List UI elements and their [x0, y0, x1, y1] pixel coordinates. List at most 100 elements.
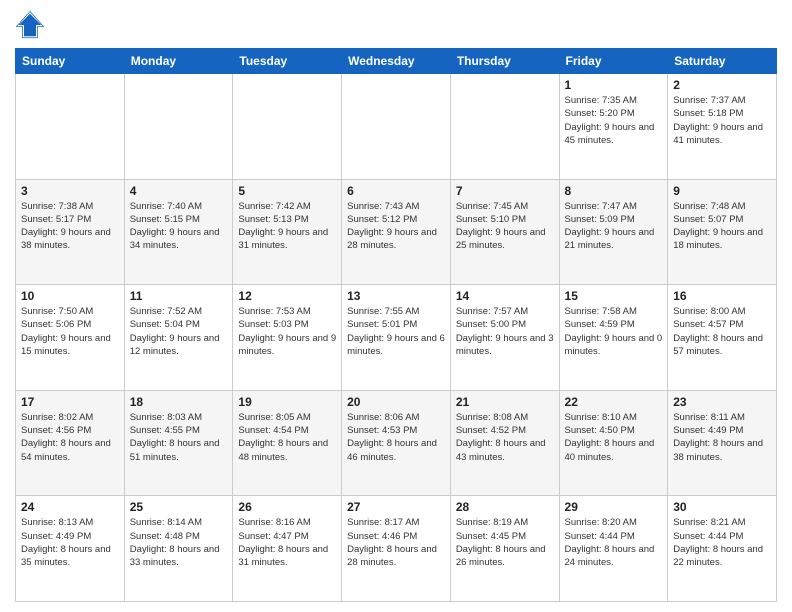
calendar-cell: 25 Sunrise: 8:14 AM Sunset: 4:48 PM Dayl… — [124, 496, 233, 602]
day-info: Sunrise: 7:40 AM Sunset: 5:15 PM Dayligh… — [130, 200, 228, 253]
sunrise-text: Sunrise: 8:11 AM — [673, 412, 745, 423]
day-info: Sunrise: 8:13 AM Sunset: 4:49 PM Dayligh… — [21, 516, 119, 569]
day-info: Sunrise: 8:16 AM Sunset: 4:47 PM Dayligh… — [238, 516, 336, 569]
daylight-text: Daylight: 9 hours and 25 minutes. — [456, 227, 546, 251]
sunset-text: Sunset: 4:44 PM — [673, 531, 743, 542]
calendar-cell: 21 Sunrise: 8:08 AM Sunset: 4:52 PM Dayl… — [450, 390, 559, 496]
daylight-text: Daylight: 9 hours and 31 minutes. — [238, 227, 328, 251]
sunset-text: Sunset: 4:45 PM — [456, 531, 526, 542]
calendar-week-row: 10 Sunrise: 7:50 AM Sunset: 5:06 PM Dayl… — [16, 285, 777, 391]
day-number: 29 — [565, 500, 663, 514]
sunset-text: Sunset: 4:54 PM — [238, 425, 308, 436]
day-info: Sunrise: 7:55 AM Sunset: 5:01 PM Dayligh… — [347, 305, 445, 358]
sunset-text: Sunset: 5:07 PM — [673, 214, 743, 225]
sunrise-text: Sunrise: 7:55 AM — [347, 306, 419, 317]
day-number: 11 — [130, 289, 228, 303]
sunset-text: Sunset: 4:55 PM — [130, 425, 200, 436]
header-monday: Monday — [124, 49, 233, 74]
sunset-text: Sunset: 4:50 PM — [565, 425, 635, 436]
sunset-text: Sunset: 5:01 PM — [347, 319, 417, 330]
day-info: Sunrise: 8:08 AM Sunset: 4:52 PM Dayligh… — [456, 411, 554, 464]
sunrise-text: Sunrise: 7:57 AM — [456, 306, 528, 317]
calendar-cell: 20 Sunrise: 8:06 AM Sunset: 4:53 PM Dayl… — [342, 390, 451, 496]
day-info: Sunrise: 7:52 AM Sunset: 5:04 PM Dayligh… — [130, 305, 228, 358]
page: Sunday Monday Tuesday Wednesday Thursday… — [0, 0, 792, 612]
day-number: 6 — [347, 184, 445, 198]
day-info: Sunrise: 7:53 AM Sunset: 5:03 PM Dayligh… — [238, 305, 336, 358]
calendar-cell: 11 Sunrise: 7:52 AM Sunset: 5:04 PM Dayl… — [124, 285, 233, 391]
daylight-text: Daylight: 9 hours and 38 minutes. — [21, 227, 111, 251]
calendar-week-row: 24 Sunrise: 8:13 AM Sunset: 4:49 PM Dayl… — [16, 496, 777, 602]
sunset-text: Sunset: 5:13 PM — [238, 214, 308, 225]
sunset-text: Sunset: 4:56 PM — [21, 425, 91, 436]
day-info: Sunrise: 7:38 AM Sunset: 5:17 PM Dayligh… — [21, 200, 119, 253]
sunrise-text: Sunrise: 7:45 AM — [456, 201, 528, 212]
day-number: 19 — [238, 395, 336, 409]
sunrise-text: Sunrise: 8:13 AM — [21, 517, 93, 528]
day-info: Sunrise: 8:05 AM Sunset: 4:54 PM Dayligh… — [238, 411, 336, 464]
day-info: Sunrise: 7:58 AM Sunset: 4:59 PM Dayligh… — [565, 305, 663, 358]
sunrise-text: Sunrise: 7:37 AM — [673, 95, 745, 106]
calendar-cell: 24 Sunrise: 8:13 AM Sunset: 4:49 PM Dayl… — [16, 496, 125, 602]
daylight-text: Daylight: 8 hours and 26 minutes. — [456, 544, 546, 568]
sunset-text: Sunset: 4:49 PM — [21, 531, 91, 542]
day-info: Sunrise: 7:47 AM Sunset: 5:09 PM Dayligh… — [565, 200, 663, 253]
sunset-text: Sunset: 5:20 PM — [565, 108, 635, 119]
sunset-text: Sunset: 5:03 PM — [238, 319, 308, 330]
day-info: Sunrise: 8:20 AM Sunset: 4:44 PM Dayligh… — [565, 516, 663, 569]
daylight-text: Daylight: 8 hours and 48 minutes. — [238, 438, 328, 462]
daylight-text: Daylight: 9 hours and 0 minutes. — [565, 333, 663, 357]
calendar-cell: 16 Sunrise: 8:00 AM Sunset: 4:57 PM Dayl… — [668, 285, 777, 391]
calendar-week-row: 3 Sunrise: 7:38 AM Sunset: 5:17 PM Dayli… — [16, 179, 777, 285]
calendar-cell: 29 Sunrise: 8:20 AM Sunset: 4:44 PM Dayl… — [559, 496, 668, 602]
calendar-week-row: 1 Sunrise: 7:35 AM Sunset: 5:20 PM Dayli… — [16, 74, 777, 180]
day-info: Sunrise: 7:37 AM Sunset: 5:18 PM Dayligh… — [673, 94, 771, 147]
sunrise-text: Sunrise: 7:42 AM — [238, 201, 310, 212]
day-info: Sunrise: 7:43 AM Sunset: 5:12 PM Dayligh… — [347, 200, 445, 253]
calendar-cell: 23 Sunrise: 8:11 AM Sunset: 4:49 PM Dayl… — [668, 390, 777, 496]
logo — [15, 10, 49, 40]
logo-icon — [15, 10, 45, 40]
day-number: 20 — [347, 395, 445, 409]
sunrise-text: Sunrise: 8:03 AM — [130, 412, 202, 423]
day-number: 26 — [238, 500, 336, 514]
sunset-text: Sunset: 4:46 PM — [347, 531, 417, 542]
daylight-text: Daylight: 8 hours and 40 minutes. — [565, 438, 655, 462]
day-number: 24 — [21, 500, 119, 514]
calendar-week-row: 17 Sunrise: 8:02 AM Sunset: 4:56 PM Dayl… — [16, 390, 777, 496]
header-tuesday: Tuesday — [233, 49, 342, 74]
daylight-text: Daylight: 8 hours and 31 minutes. — [238, 544, 328, 568]
calendar-cell: 5 Sunrise: 7:42 AM Sunset: 5:13 PM Dayli… — [233, 179, 342, 285]
sunset-text: Sunset: 4:53 PM — [347, 425, 417, 436]
sunrise-text: Sunrise: 8:21 AM — [673, 517, 745, 528]
sunrise-text: Sunrise: 7:53 AM — [238, 306, 310, 317]
daylight-text: Daylight: 9 hours and 45 minutes. — [565, 122, 655, 146]
daylight-text: Daylight: 8 hours and 43 minutes. — [456, 438, 546, 462]
sunrise-text: Sunrise: 8:19 AM — [456, 517, 528, 528]
day-number: 3 — [21, 184, 119, 198]
calendar-cell — [124, 74, 233, 180]
sunset-text: Sunset: 5:09 PM — [565, 214, 635, 225]
sunrise-text: Sunrise: 7:58 AM — [565, 306, 637, 317]
day-number: 30 — [673, 500, 771, 514]
sunrise-text: Sunrise: 7:48 AM — [673, 201, 745, 212]
sunrise-text: Sunrise: 8:14 AM — [130, 517, 202, 528]
day-number: 13 — [347, 289, 445, 303]
day-number: 23 — [673, 395, 771, 409]
daylight-text: Daylight: 9 hours and 9 minutes. — [238, 333, 336, 357]
daylight-text: Daylight: 8 hours and 38 minutes. — [673, 438, 763, 462]
calendar-cell: 18 Sunrise: 8:03 AM Sunset: 4:55 PM Dayl… — [124, 390, 233, 496]
day-number: 4 — [130, 184, 228, 198]
sunset-text: Sunset: 5:15 PM — [130, 214, 200, 225]
day-number: 2 — [673, 78, 771, 92]
calendar-cell: 17 Sunrise: 8:02 AM Sunset: 4:56 PM Dayl… — [16, 390, 125, 496]
daylight-text: Daylight: 8 hours and 46 minutes. — [347, 438, 437, 462]
calendar-cell: 6 Sunrise: 7:43 AM Sunset: 5:12 PM Dayli… — [342, 179, 451, 285]
sunrise-text: Sunrise: 8:06 AM — [347, 412, 419, 423]
header-wednesday: Wednesday — [342, 49, 451, 74]
day-number: 9 — [673, 184, 771, 198]
header-thursday: Thursday — [450, 49, 559, 74]
day-info: Sunrise: 8:00 AM Sunset: 4:57 PM Dayligh… — [673, 305, 771, 358]
sunrise-text: Sunrise: 7:50 AM — [21, 306, 93, 317]
day-number: 14 — [456, 289, 554, 303]
